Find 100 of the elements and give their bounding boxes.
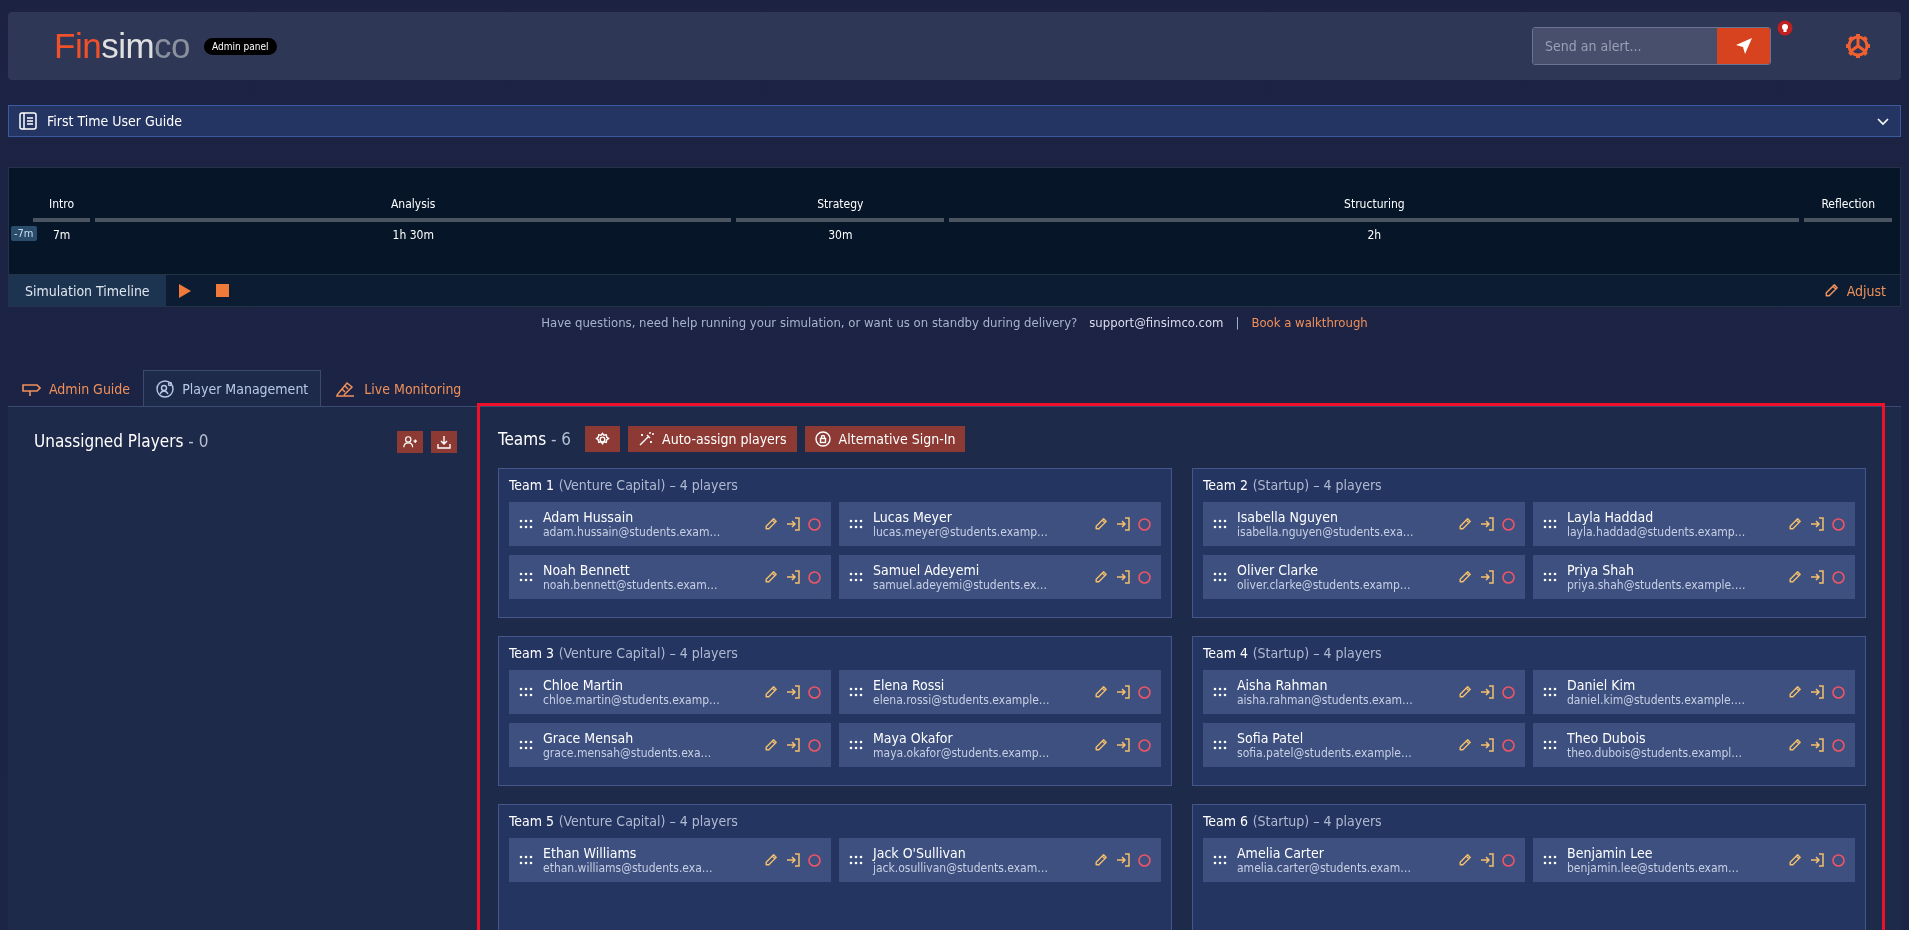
pencil-icon[interactable] <box>764 738 778 752</box>
player-card[interactable]: Sofia Patel sofia.patel@students.example… <box>1203 723 1525 767</box>
team-name: Team 2 <box>1203 477 1249 493</box>
pencil-icon[interactable] <box>1094 517 1108 531</box>
pencil-icon[interactable] <box>1094 853 1108 867</box>
action-button[interactable]: Auto-assign players <box>628 426 797 452</box>
sign-in-icon[interactable] <box>1810 517 1824 531</box>
pencil-icon[interactable] <box>764 685 778 699</box>
pencil-icon[interactable] <box>1788 685 1802 699</box>
player-card[interactable]: Elena Rossi elena.rossi@students.example… <box>839 670 1161 714</box>
sign-in-icon[interactable] <box>1810 570 1824 584</box>
pencil-icon[interactable] <box>1458 517 1472 531</box>
sign-in-icon[interactable] <box>1116 570 1130 584</box>
pencil-icon[interactable] <box>1823 283 1839 298</box>
player-card[interactable]: Benjamin Lee benjamin.lee@students.exam… <box>1533 838 1855 882</box>
pencil-icon[interactable] <box>1788 570 1802 584</box>
sign-in-icon[interactable] <box>1116 685 1130 699</box>
pencil-icon[interactable] <box>1094 570 1108 584</box>
player-card[interactable]: Noah Bennett noah.bennett@students.exam… <box>509 555 831 599</box>
player-card[interactable]: Theo Dubois theo.dubois@students.exampl… <box>1533 723 1855 767</box>
drag-handle-icon[interactable] <box>849 519 863 529</box>
drag-handle-icon[interactable] <box>519 855 533 865</box>
drag-handle-icon[interactable] <box>1213 572 1227 582</box>
sign-in-icon[interactable] <box>1480 738 1494 752</box>
sign-in-icon[interactable] <box>786 517 800 531</box>
drag-handle-icon[interactable] <box>1543 519 1557 529</box>
team-name: Team 6 <box>1203 813 1249 829</box>
drag-handle-icon[interactable] <box>519 687 533 697</box>
sign-in-icon[interactable] <box>1810 738 1824 752</box>
player-card[interactable]: Priya Shah priya.shah@students.example.… <box>1533 555 1855 599</box>
player-card[interactable]: Amelia Carter amelia.carter@students.exam… <box>1203 838 1525 882</box>
player-card[interactable]: Aisha Rahman aisha.rahman@students.exam… <box>1203 670 1525 714</box>
player-card[interactable]: Jack O'Sullivan jack.osullivan@students.exam… <box>839 838 1161 882</box>
player-card[interactable]: Oliver Clarke oliver.clarke@students.examp… <box>1203 555 1525 599</box>
drag-handle-icon[interactable] <box>1213 740 1227 750</box>
sign-in-icon[interactable] <box>786 738 800 752</box>
pencil-icon[interactable] <box>1458 685 1472 699</box>
alert-field[interactable]: Send an alert... <box>1532 27 1771 65</box>
pencil-icon[interactable] <box>764 853 778 867</box>
pencil-icon[interactable] <box>1458 570 1472 584</box>
pencil-icon[interactable] <box>1788 853 1802 867</box>
sign-in-icon[interactable] <box>786 570 800 584</box>
pencil-icon[interactable] <box>1458 738 1472 752</box>
drag-handle-icon[interactable] <box>519 572 533 582</box>
tab[interactable]: Player Management <box>143 370 322 406</box>
pencil-icon[interactable] <box>1788 517 1802 531</box>
drag-handle-icon[interactable] <box>519 740 533 750</box>
pencil-icon[interactable] <box>1094 685 1108 699</box>
sign-in-icon[interactable] <box>1480 853 1494 867</box>
tab[interactable]: Live Monitoring <box>321 370 475 406</box>
tab[interactable]: Admin Guide <box>8 370 144 406</box>
send-button[interactable] <box>1717 28 1770 64</box>
player-card[interactable]: Layla Haddad layla.haddad@students.examp… <box>1533 502 1855 546</box>
player-card[interactable]: Chloe Martin chloe.martin@students.examp… <box>509 670 831 714</box>
drag-handle-icon[interactable] <box>1543 855 1557 865</box>
settings-icon[interactable] <box>1843 31 1873 61</box>
sign-in-icon[interactable] <box>1480 685 1494 699</box>
drag-handle-icon[interactable] <box>1213 519 1227 529</box>
sign-in-icon[interactable] <box>786 853 800 867</box>
download-button[interactable] <box>431 431 457 453</box>
user-guide-bar[interactable]: First Time User Guide <box>8 105 1901 137</box>
player-card[interactable]: Grace Mensah grace.mensah@students.exa… <box>509 723 831 767</box>
pencil-icon[interactable] <box>764 570 778 584</box>
player-card[interactable]: Maya Okafor maya.okafor@students.examp… <box>839 723 1161 767</box>
sign-in-icon[interactable] <box>786 685 800 699</box>
player-name: Sofia Patel <box>1237 730 1305 746</box>
team-settings-button[interactable] <box>585 426 621 452</box>
drag-handle-icon[interactable] <box>1543 687 1557 697</box>
sign-in-icon[interactable] <box>1810 685 1824 699</box>
player-card[interactable]: Lucas Meyer lucas.meyer@students.examp… <box>839 502 1161 546</box>
player-card[interactable]: Samuel Adeyemi samuel.adeyemi@students.ex… <box>839 555 1161 599</box>
sign-in-icon[interactable] <box>1116 517 1130 531</box>
sign-in-icon[interactable] <box>1116 853 1130 867</box>
sign-in-icon[interactable] <box>1480 517 1494 531</box>
action-button[interactable]: Alternative Sign-In <box>804 426 966 452</box>
player-card[interactable]: Daniel Kim daniel.kim@students.example.… <box>1533 670 1855 714</box>
pencil-icon[interactable] <box>764 517 778 531</box>
player-card[interactable]: Adam Hussain adam.hussain@students.exam… <box>509 502 831 546</box>
player-card[interactable]: Ethan Williams ethan.williams@students.exa… <box>509 838 831 882</box>
sign-in-icon[interactable] <box>1480 570 1494 584</box>
sign-in-icon[interactable] <box>1810 853 1824 867</box>
sign-in-icon[interactable] <box>1116 738 1130 752</box>
walkthrough-link[interactable]: Book a walkthrough <box>1251 315 1368 330</box>
drag-handle-icon[interactable] <box>1213 855 1227 865</box>
drag-handle-icon[interactable] <box>849 687 863 697</box>
drag-handle-icon[interactable] <box>1543 740 1557 750</box>
drag-handle-icon[interactable] <box>849 740 863 750</box>
player-card[interactable]: Isabella Nguyen isabella.nguyen@students.exa… <box>1203 502 1525 546</box>
add-player-button[interactable] <box>397 431 423 453</box>
drag-handle-icon[interactable] <box>849 572 863 582</box>
adjust-button[interactable]: Adjust <box>1809 282 1900 299</box>
drag-handle-icon[interactable] <box>1213 687 1227 697</box>
drag-handle-icon[interactable] <box>849 855 863 865</box>
pencil-icon[interactable] <box>1094 738 1108 752</box>
pencil-icon[interactable] <box>1458 853 1472 867</box>
lightbulb-icon[interactable] <box>1777 20 1793 36</box>
drag-handle-icon[interactable] <box>519 519 533 529</box>
pencil-icon[interactable] <box>1788 738 1802 752</box>
chevron-icon[interactable] <box>1876 116 1890 126</box>
drag-handle-icon[interactable] <box>1543 572 1557 582</box>
